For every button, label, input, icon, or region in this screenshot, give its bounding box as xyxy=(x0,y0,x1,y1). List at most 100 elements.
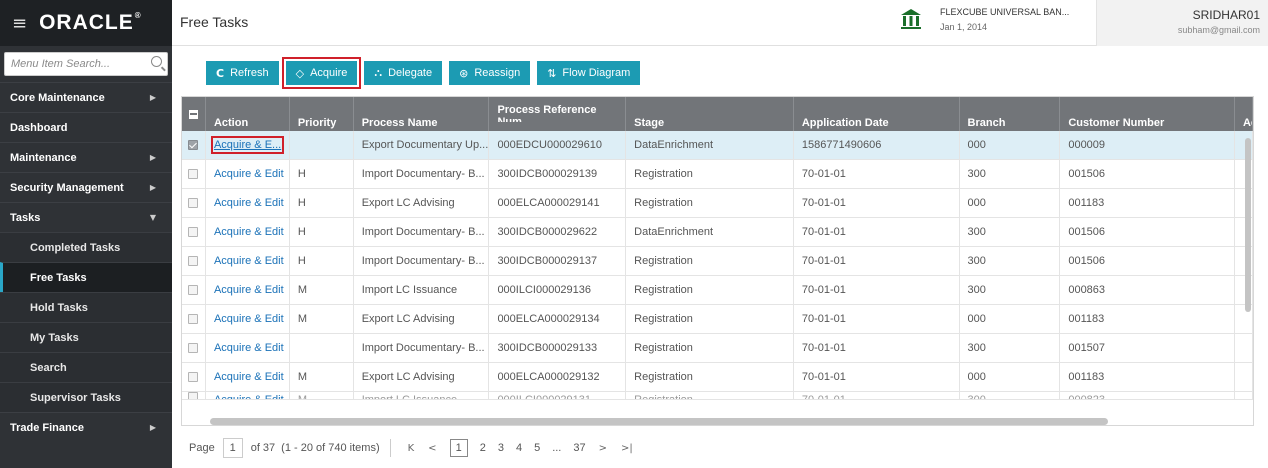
row-checkbox-cell xyxy=(182,363,206,391)
branch-cell: 000 xyxy=(967,139,986,151)
table-row[interactable]: Acquire & Edit M Import LC Issuance 000ILCI… xyxy=(182,392,1253,400)
action-link[interactable]: Acquire & Edit xyxy=(214,197,284,209)
col-application-date[interactable]: Application Date xyxy=(794,97,960,131)
user-menu[interactable]: SRIDHAR01 subham@gmail.com xyxy=(1096,0,1268,46)
table-row[interactable]: Acquire & Edit M Export LC Advising 000ELCA… xyxy=(182,305,1253,334)
menu-search-input[interactable] xyxy=(5,53,167,75)
row-checkbox[interactable] xyxy=(188,343,199,353)
customer-number-cell: 000009 xyxy=(1068,139,1106,151)
col-stage[interactable]: Stage xyxy=(626,97,794,131)
sidebar-subitem-search[interactable]: Search xyxy=(0,352,172,382)
customer-number-cell-wrap: 000863 xyxy=(1060,276,1235,304)
process-name-cell-wrap: Import Documentary- B... xyxy=(354,218,490,246)
customer-number-cell-wrap: 001506 xyxy=(1060,218,1235,246)
horizontal-scrollbar[interactable] xyxy=(210,418,1108,425)
delegate-button[interactable]: ⛬ Delegate xyxy=(364,61,443,85)
sidebar-item-tasks[interactable]: Tasks ▼ xyxy=(0,202,172,232)
col-priority[interactable]: Priority xyxy=(290,97,354,131)
customer-number-cell-wrap: 000823 xyxy=(1060,392,1235,399)
stage-cell: Registration xyxy=(634,284,693,296)
page-link-5[interactable]: 5 xyxy=(534,442,540,454)
sidebar-item-security-management[interactable]: Security Management ▶ xyxy=(0,172,172,202)
action-link[interactable]: Acquire & Edit xyxy=(214,255,284,267)
process-ref-cell-wrap: 300IDCB000029133 xyxy=(489,334,627,362)
sidebar-subitem-my-tasks[interactable]: My Tasks xyxy=(0,322,172,352)
sidebar-item-core-maintenance[interactable]: Core Maintenance ▶ xyxy=(0,82,172,112)
sidebar-item-maintenance[interactable]: Maintenance ▶ xyxy=(0,142,172,172)
action-link[interactable]: Acquire & Edit xyxy=(214,342,284,354)
table-row[interactable]: Acquire & E... Export Documentary Up... 00… xyxy=(182,131,1253,160)
bank-name[interactable]: FLEXCUBE UNIVERSAL BAN... xyxy=(940,7,1069,17)
col-extra[interactable]: Ac xyxy=(1235,97,1253,131)
col-branch[interactable]: Branch xyxy=(960,97,1061,131)
chevron-right-icon: ▶ xyxy=(149,183,156,192)
col-process-reference[interactable]: Process Reference Num... xyxy=(489,97,627,131)
sidebar-subitem-free-tasks[interactable]: Free Tasks xyxy=(0,262,172,292)
page-link-37[interactable]: 37 xyxy=(573,442,585,454)
row-checkbox[interactable] xyxy=(188,314,199,324)
page-number-input[interactable]: 1 xyxy=(222,438,243,458)
table-row[interactable]: Acquire & Edit H Import Documentary- B... 3… xyxy=(182,218,1253,247)
row-checkbox[interactable] xyxy=(188,140,199,150)
row-checkbox-cell xyxy=(182,131,206,159)
sidebar-item-label: Trade Finance xyxy=(10,421,84,434)
table-row[interactable]: Acquire & Edit M Import LC Issuance 000ILCI… xyxy=(182,276,1253,305)
first-page-icon[interactable]: K xyxy=(408,443,415,454)
sidebar-item-dashboard[interactable]: Dashboard xyxy=(0,112,172,142)
branch-cell-wrap: 300 xyxy=(960,218,1061,246)
select-all-checkbox[interactable] xyxy=(182,97,206,131)
action-link[interactable]: Acquire & Edit xyxy=(214,371,284,383)
row-checkbox[interactable] xyxy=(188,392,199,399)
search-icon[interactable] xyxy=(151,56,162,67)
table-row[interactable]: Acquire & Edit M Export LC Advising 000ELCA… xyxy=(182,363,1253,392)
row-checkbox[interactable] xyxy=(188,198,199,208)
page-link-1[interactable]: 1 xyxy=(449,439,468,457)
action-link[interactable]: Acquire & Edit xyxy=(214,313,284,325)
col-process-name[interactable]: Process Name xyxy=(354,97,490,131)
action-link[interactable]: Acquire & Edit xyxy=(214,284,284,296)
col-action[interactable]: Action xyxy=(206,97,290,131)
action-link[interactable]: Acquire & Edit xyxy=(214,226,284,238)
row-checkbox[interactable] xyxy=(188,372,199,382)
action-link[interactable]: Acquire & E... xyxy=(210,136,285,154)
action-link[interactable]: Acquire & Edit xyxy=(214,394,284,399)
page-link-3[interactable]: 3 xyxy=(498,442,504,454)
branch-cell: 300 xyxy=(968,394,986,399)
hamburger-menu-icon[interactable]: ≡ xyxy=(12,13,27,34)
table-row[interactable]: Acquire & Edit H Import Documentary- B... 3… xyxy=(182,160,1253,189)
page-link-4[interactable]: 4 xyxy=(516,442,522,454)
row-checkbox[interactable] xyxy=(188,285,199,295)
process-ref-cell: 300IDCB000029139 xyxy=(497,168,598,180)
table-row[interactable]: Acquire & Edit H Import Documentary- B... 3… xyxy=(182,247,1253,276)
stage-cell-wrap: Registration xyxy=(626,160,794,188)
priority-cell: H xyxy=(297,197,306,209)
flow-diagram-button[interactable]: ⇅ Flow Diagram xyxy=(537,61,641,85)
sidebar-subitem-completed-tasks[interactable]: Completed Tasks xyxy=(0,232,172,262)
row-checkbox-cell xyxy=(182,305,206,333)
sidebar-item-label: Core Maintenance xyxy=(10,91,105,104)
sidebar-item-trade-finance[interactable]: Trade Finance ▶ xyxy=(0,412,172,442)
process-ref-cell-wrap: 000ELCA000029141 xyxy=(489,189,627,217)
page-link-2[interactable]: 2 xyxy=(480,442,486,454)
col-customer-number[interactable]: Customer Number xyxy=(1060,97,1235,131)
table-row[interactable]: Acquire & Edit Import Documentary- B... 30… xyxy=(182,334,1253,363)
application-date-cell: 70-01-01 xyxy=(801,284,846,296)
refresh-button[interactable]: C Refresh xyxy=(206,61,279,85)
page-ellipsis[interactable]: ... xyxy=(552,442,561,454)
application-date-cell: 70-01-01 xyxy=(801,342,846,354)
application-date-cell-wrap: 70-01-01 xyxy=(794,305,960,333)
row-checkbox[interactable] xyxy=(188,256,199,266)
last-page-icon[interactable]: >| xyxy=(621,443,633,454)
stage-cell: Registration xyxy=(634,371,693,383)
reassign-button[interactable]: ⊛ Reassign xyxy=(449,61,531,85)
sidebar-subitem-supervisor-tasks[interactable]: Supervisor Tasks xyxy=(0,382,172,412)
sidebar-subitem-hold-tasks[interactable]: Hold Tasks xyxy=(0,292,172,322)
next-page-icon[interactable]: > xyxy=(599,443,607,454)
row-checkbox[interactable] xyxy=(188,169,199,179)
row-checkbox[interactable] xyxy=(188,227,199,237)
acquire-button[interactable]: ◇ Acquire xyxy=(281,57,362,89)
prev-page-icon[interactable]: < xyxy=(428,443,436,454)
action-link[interactable]: Acquire & Edit xyxy=(214,168,284,180)
table-row[interactable]: Acquire & Edit H Export LC Advising 000ELCA… xyxy=(182,189,1253,218)
vertical-scrollbar[interactable] xyxy=(1245,138,1251,312)
